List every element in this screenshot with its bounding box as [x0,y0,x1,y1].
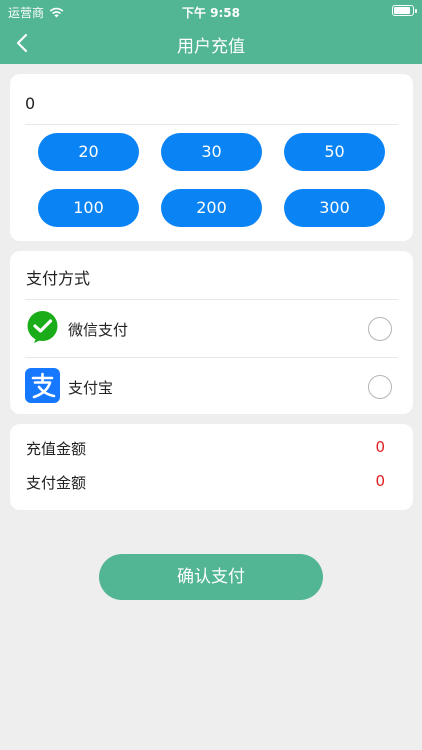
amount-option-200[interactable]: 200 [161,189,262,227]
summary-card: 充值金额 0 支付金额 0 [10,424,413,510]
wechat-pay-label: 微信支付 [68,321,129,339]
alipay-icon [25,368,60,403]
amount-option-20[interactable]: 20 [38,133,139,171]
page-title: 用户充值 [177,37,245,57]
status-bar: 运营商 下午 9:58 [0,0,422,22]
battery-icon [392,5,417,16]
amount-option-50[interactable]: 50 [284,133,385,171]
payment-method-card: 支付方式 微信支付 支付宝 [10,251,413,414]
pay-amount-label: 支付金额 [26,474,87,492]
payment-section-title: 支付方式 [26,269,91,288]
wechat-pay-icon [25,310,60,345]
amount-card: 20 30 50 100 200 300 [10,74,413,241]
battery-fill [394,7,410,14]
recharge-amount-value: 0 [375,438,385,456]
status-time: 下午 9:58 [181,6,241,20]
payment-option-alipay[interactable]: 支付宝 [10,358,413,414]
amount-input[interactable] [25,88,397,118]
recharge-amount-label: 充值金额 [26,440,87,458]
wechat-pay-radio[interactable] [368,317,392,341]
payment-option-wechat[interactable]: 微信支付 [10,300,413,356]
divider [25,124,398,125]
confirm-pay-button[interactable]: 确认支付 [99,554,323,600]
amount-option-30[interactable]: 30 [161,133,262,171]
pay-amount-value: 0 [375,472,385,490]
amount-option-300[interactable]: 300 [284,189,385,227]
nav-bar: 用户充值 [0,22,422,64]
alipay-label: 支付宝 [68,379,114,397]
amount-option-100[interactable]: 100 [38,189,139,227]
alipay-radio[interactable] [368,375,392,399]
battery-indicator [392,5,417,16]
